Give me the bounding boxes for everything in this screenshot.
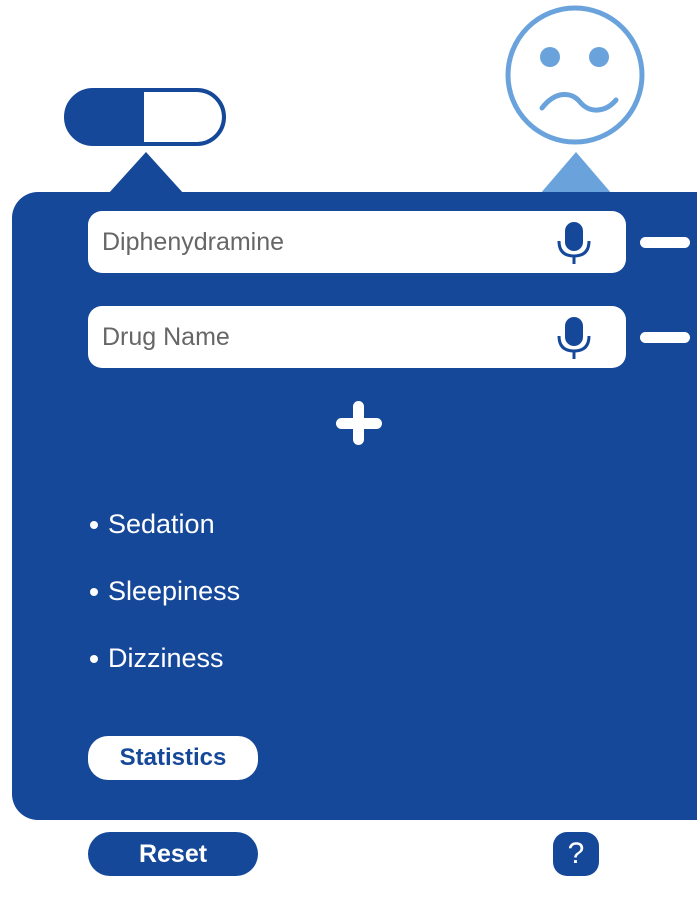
remove-drug-button[interactable]	[640, 330, 692, 344]
app-screen: Sedation Sleepiness Dizziness Statistics…	[0, 0, 697, 903]
drug-row	[88, 306, 626, 368]
drug-name-input[interactable]	[102, 211, 542, 273]
side-effect-item: Dizziness	[90, 640, 240, 707]
side-effect-label: Sleepiness	[108, 576, 241, 606]
panel-pointer-right	[540, 152, 612, 194]
minus-icon	[640, 237, 690, 248]
panel-pointer-left	[108, 152, 184, 194]
minus-icon	[640, 332, 690, 343]
pill-toggle-knob	[144, 92, 222, 142]
drug-row	[88, 211, 626, 273]
side-effect-label: Sedation	[108, 509, 215, 539]
bullet	[90, 521, 98, 529]
microphone-icon[interactable]	[554, 317, 594, 359]
reset-button[interactable]: Reset	[88, 832, 258, 876]
help-button[interactable]: ?	[553, 832, 599, 876]
sad-face-icon[interactable]	[504, 0, 646, 150]
side-effect-item: Sleepiness	[90, 573, 240, 640]
statistics-button[interactable]: Statistics	[88, 736, 258, 780]
microphone-icon[interactable]	[554, 222, 594, 264]
bullet	[90, 588, 98, 596]
remove-drug-button[interactable]	[640, 235, 692, 249]
side-effect-label: Dizziness	[108, 643, 224, 673]
side-effects-list: Sedation Sleepiness Dizziness	[90, 506, 240, 707]
bullet	[90, 655, 98, 663]
add-drug-button[interactable]	[336, 401, 382, 445]
plus-icon	[353, 401, 364, 445]
drug-name-input[interactable]	[102, 306, 542, 368]
pill-toggle-icon[interactable]	[64, 88, 226, 146]
side-effect-item: Sedation	[90, 506, 240, 573]
